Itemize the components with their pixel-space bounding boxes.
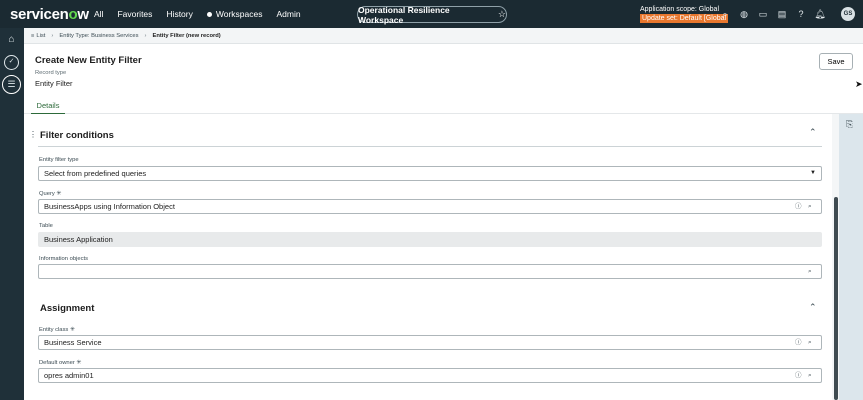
chevron-up-icon[interactable]: ⌃ (809, 302, 817, 313)
workspace-label: Operational Resilience Workspace (358, 4, 450, 25)
news-icon[interactable]: ▤ (775, 7, 789, 21)
breadcrumb: ≡ List › Entity Type: Business Services … (24, 28, 863, 44)
nav-all[interactable]: All (94, 9, 103, 19)
scrollbar-thumb[interactable] (834, 197, 838, 400)
check-circle-icon[interactable]: ✓ (4, 55, 19, 70)
required-icon: ✳ (69, 327, 75, 333)
entity-filter-type-label: Entity filter type (39, 157, 79, 163)
search-icon[interactable]: ⌕ (808, 337, 812, 349)
paperclip-icon[interactable]: ⎘ (846, 119, 853, 130)
logo-text-a: servicen (10, 5, 69, 23)
table-field: Business Application (38, 232, 822, 247)
search-icon[interactable]: ⌕ (808, 201, 812, 213)
main-nav: All Favorites History Workspaces Admin (94, 9, 315, 19)
default-owner-label-text: Default owner (39, 360, 75, 366)
servicenow-logo[interactable]: servicenow (0, 6, 94, 23)
entity-filter-type-value: Select from predefined queries (44, 169, 147, 178)
bell-icon[interactable]: 🔔︎ (813, 7, 827, 21)
breadcrumb-list-icon: ≡ (31, 32, 35, 39)
caret-down-icon: ▼ (810, 170, 816, 176)
save-button[interactable]: Save (819, 53, 853, 70)
mouse-cursor-icon: ➤ (855, 79, 863, 89)
logo-text-b: w (77, 5, 89, 23)
globe-icon[interactable]: ◍ (737, 7, 751, 21)
form-body (24, 114, 839, 400)
header-icons: ⌕ ◍ ▭ ▤ ? 🔔︎ (718, 7, 832, 21)
nav-history[interactable]: History (166, 9, 192, 19)
entity-class-field[interactable]: Business Service ⓘ ⌕ (38, 335, 822, 350)
section-divider (38, 146, 822, 147)
section-filter-conditions-title: Filter conditions (40, 130, 114, 141)
drag-handle-icon[interactable]: ⋮ (29, 130, 37, 139)
section-assignment-title: Assignment (40, 303, 95, 314)
nav-favorites[interactable]: Favorites (117, 9, 152, 19)
entity-class-value: Business Service (44, 338, 102, 347)
avatar[interactable]: GS (841, 7, 855, 21)
list-icon[interactable]: ☰ (2, 75, 21, 94)
record-type-value: Entity Filter (35, 79, 73, 88)
application-scope[interactable]: Application scope: Global Update set: De… (640, 5, 729, 23)
update-set-badge: Update set: Default [Global (640, 14, 729, 23)
default-owner-field[interactable]: opres admin01 ⓘ ⌕ (38, 368, 822, 383)
query-label-text: Query (39, 191, 55, 197)
workspace-pill[interactable]: Operational Resilience Workspace ☆ (357, 4, 507, 25)
query-label: Query ✳ (39, 190, 61, 197)
help-icon[interactable]: ? (794, 7, 808, 21)
table-label: Table (39, 223, 53, 229)
search-icon[interactable]: ⌕ (808, 370, 812, 382)
nav-workspaces[interactable]: Workspaces (206, 9, 263, 19)
info-icon[interactable]: ⓘ (795, 201, 802, 213)
star-icon[interactable]: ☆ (498, 9, 506, 20)
record-type-label: Record type (35, 70, 67, 76)
record-header: Create New Entity Filter Record type Ent… (24, 44, 863, 115)
nav-workspaces-label: Workspaces (215, 9, 263, 19)
information-objects-field[interactable]: ⌕ (38, 264, 822, 279)
nav-admin[interactable]: Admin (276, 9, 300, 19)
required-icon: ✳ (76, 360, 82, 366)
breadcrumb-entity-type[interactable]: Entity Type: Business Services (59, 33, 138, 39)
breadcrumb-list[interactable]: List (36, 33, 45, 39)
top-header: servicenow All Favorites History Workspa… (0, 0, 863, 28)
scope-line: Application scope: Global (640, 6, 719, 13)
required-icon: ✳ (56, 191, 62, 197)
breadcrumb-current: Entity Filter (new record) (152, 32, 221, 39)
search-icon[interactable]: ⌕ (718, 7, 732, 21)
info-icon[interactable]: ⓘ (795, 370, 802, 382)
query-field[interactable]: BusinessApps using Information Object ⓘ … (38, 199, 822, 214)
information-objects-label: Information objects (39, 256, 88, 262)
query-value: BusinessApps using Information Object (44, 202, 175, 211)
entity-class-label-text: Entity class (39, 327, 69, 333)
table-value: Business Application (44, 235, 113, 244)
info-icon[interactable]: ⓘ (795, 337, 802, 349)
home-icon[interactable]: ⌂ (4, 32, 19, 47)
chat-icon[interactable]: ▭ (756, 7, 770, 21)
page-title: Create New Entity Filter (35, 55, 142, 66)
entity-class-label: Entity class ✳ (39, 326, 75, 333)
default-owner-label: Default owner ✳ (39, 359, 81, 366)
entity-filter-type-select[interactable]: Select from predefined queries ▼ (38, 166, 822, 181)
left-rail: ⌂ ✓ ☰ (0, 28, 24, 400)
breadcrumb-sep-icon: › (144, 32, 147, 39)
chevron-up-icon[interactable]: ⌃ (809, 127, 817, 138)
workspaces-dot-icon (206, 11, 212, 17)
tab-details[interactable]: Details (31, 101, 65, 115)
search-icon[interactable]: ⌕ (808, 266, 812, 278)
contextual-side-panel (839, 114, 863, 400)
default-owner-value: opres admin01 (44, 371, 94, 380)
breadcrumb-sep-icon: › (51, 32, 54, 39)
